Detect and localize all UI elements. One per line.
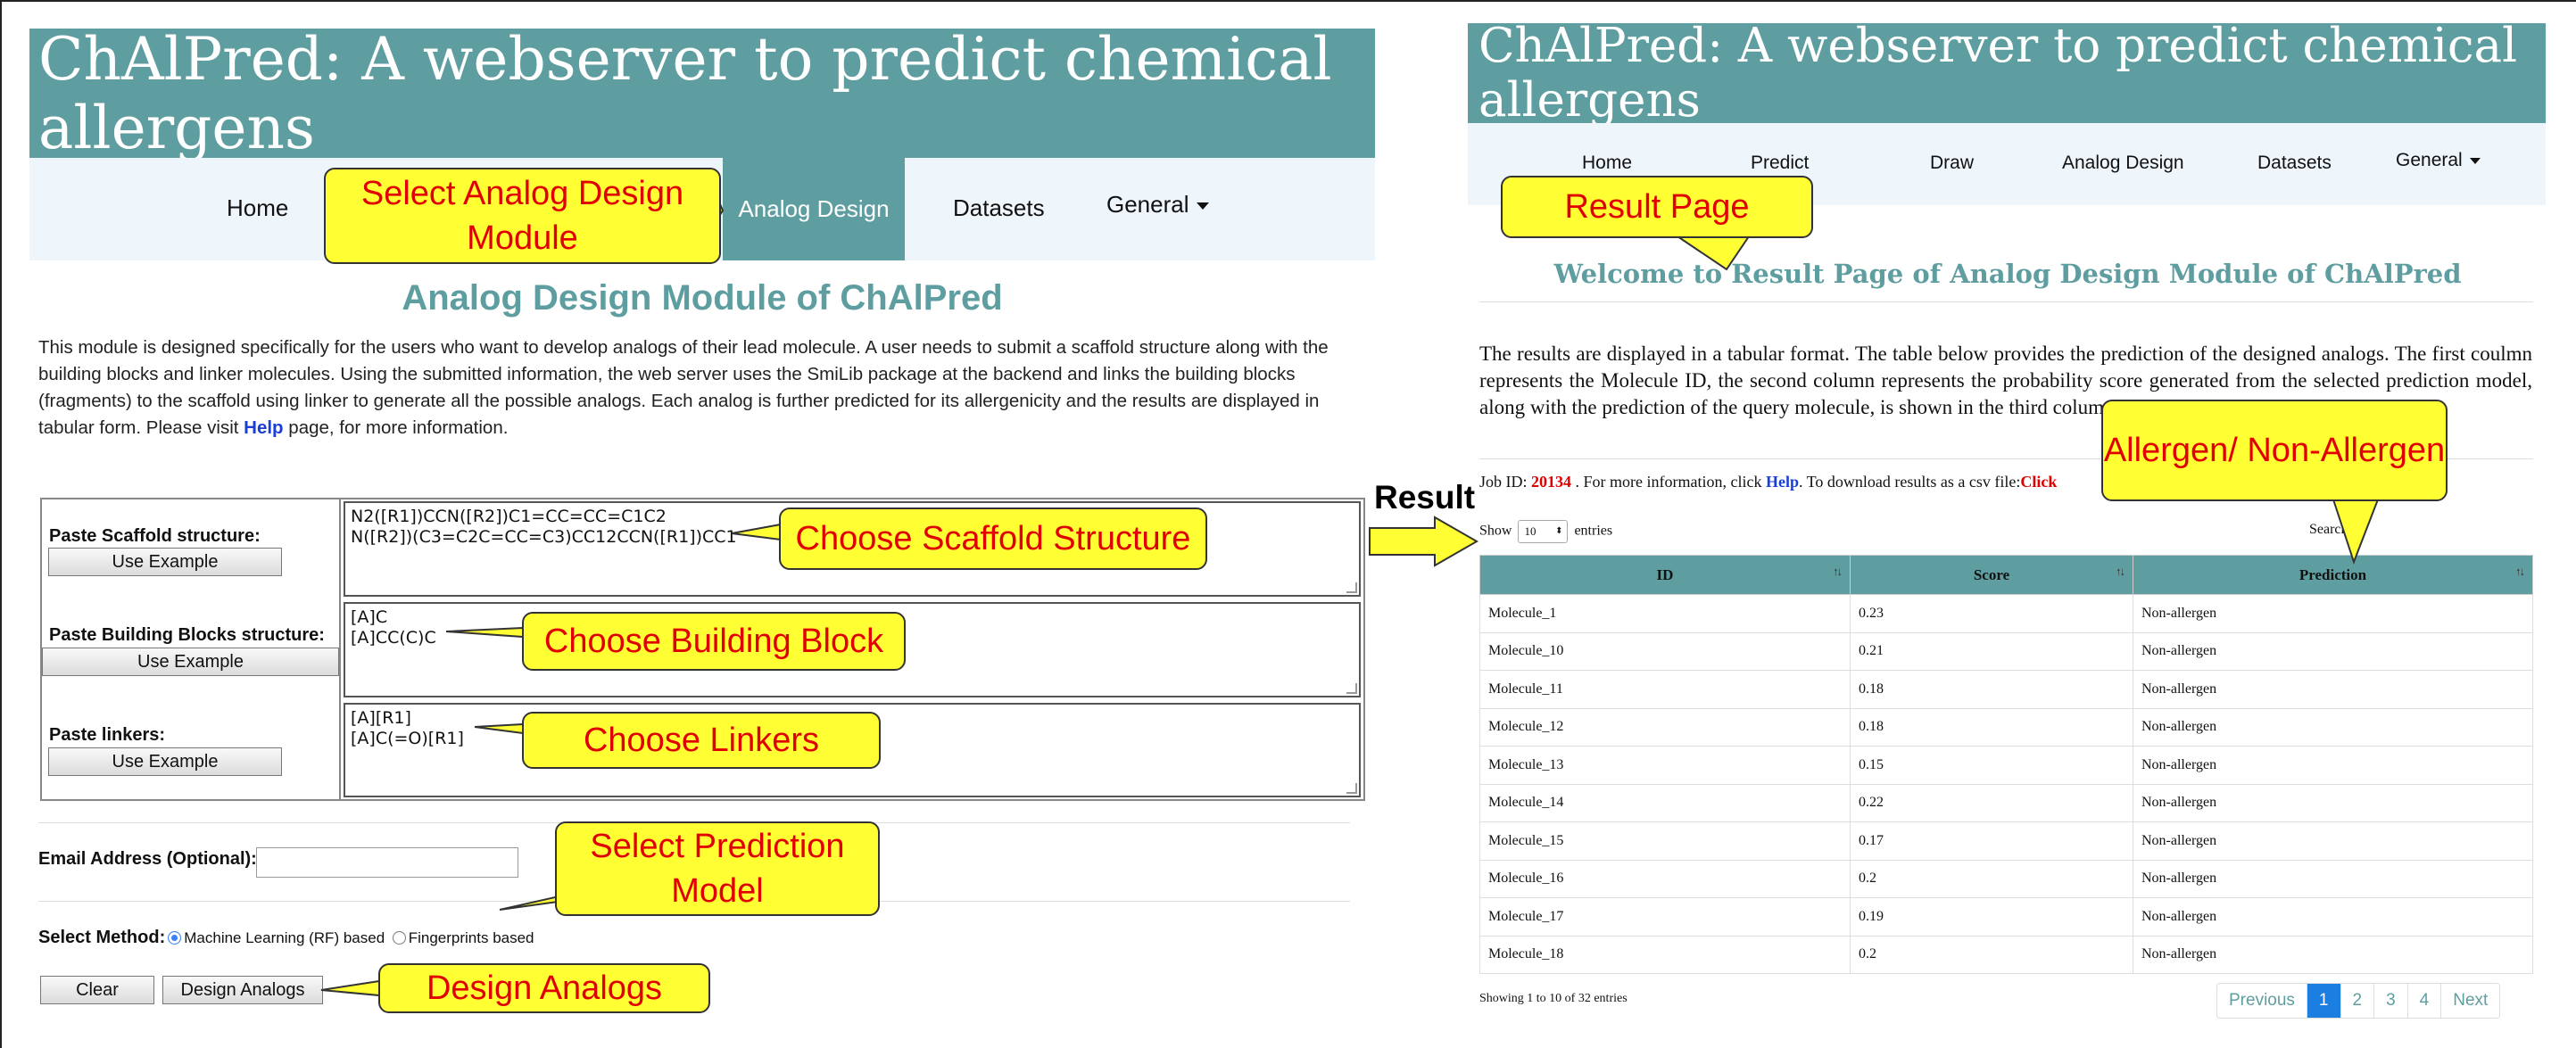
callout-allergen: Allergen/ Non-Allergen [2101,400,2448,501]
callout-select-module: Select Analog Design Module [324,168,721,264]
callout-result-page: Result Page [1501,176,1813,238]
pointer-building-block [445,626,524,639]
pointer-result-page [1674,235,1751,271]
pointer-design [320,979,380,997]
result-arrow-icon [1369,516,1479,567]
callout-design: Design Analogs [378,963,710,1013]
pointer-scaffold [731,523,782,541]
callout-pointers [320,188,2380,997]
callout-prediction-model: Select Prediction Model [555,821,880,916]
result-arrow-label: Result [1374,479,1476,516]
pointer-allergen [2332,499,2380,565]
callout-linkers: Choose Linkers [522,712,881,769]
callout-scaffold: Choose Scaffold Structure [779,507,1207,570]
pointer-linkers [474,722,524,735]
callout-building-block: Choose Building Block [522,612,906,671]
